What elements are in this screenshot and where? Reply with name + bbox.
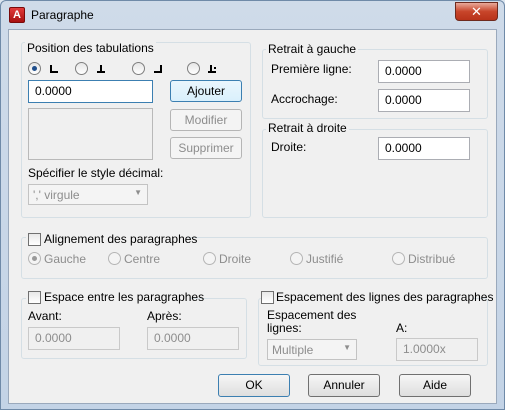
line-spacing-select[interactable]: Multiple ▼ [267,339,357,360]
before-input[interactable]: 0.0000 [28,327,120,350]
align-center-label: Centre [124,252,161,266]
align-right-label: Droite [219,252,252,266]
line-spacing-checkbox[interactable] [261,291,274,304]
alignment-title: Alignement des paragraphes [44,232,198,246]
delete-button-label: Supprimer [178,141,234,155]
tab-position-list[interactable] [28,108,153,160]
chevron-down-icon: ▼ [134,188,142,197]
hanging-input[interactable]: 0.0000 [378,89,470,112]
align-justify-radio[interactable] [290,252,303,265]
modify-button[interactable]: Modifier [170,109,242,131]
after-input[interactable]: 0.0000 [147,327,239,350]
before-label: Avant: [28,309,62,323]
align-justify-label: Justifié [306,252,344,266]
modify-button-label: Modifier [184,113,228,127]
right-indent-title: Retrait à droite [266,121,349,135]
help-button-label: Aide [422,378,448,392]
align-left-label: Gauche [44,252,87,266]
align-left-radio[interactable] [28,252,41,265]
alignment-checkbox[interactable] [28,233,41,246]
decimal-style-value: ',' virgule [33,188,80,202]
right-label: Droite: [271,140,307,154]
cancel-button-label: Annuler [323,378,365,392]
decimal-style-label: Spécifier le style décimal: [28,166,164,180]
left-indent-title: Retrait à gauche [266,42,359,56]
align-distributed-label: Distribué [408,252,456,266]
align-distributed-radio[interactable] [392,252,405,265]
hanging-label: Accrochage: [271,92,338,106]
close-button[interactable]: ✕ [455,2,498,21]
align-center-radio[interactable] [108,252,121,265]
chevron-down-icon: ▼ [343,343,351,352]
decimal-tab-icon [208,65,216,73]
align-right-radio[interactable] [203,252,216,265]
cancel-button[interactable]: Annuler [308,374,380,397]
decimal-style-select[interactable]: ',' virgule ▼ [28,184,148,205]
spacing-checkbox[interactable] [28,291,41,304]
delete-button[interactable]: Supprimer [170,137,242,159]
line-spacing-title: Espacement des lignes des paragraphes [276,290,494,304]
tab-decimal-radio[interactable] [187,62,200,75]
app-icon: A [9,7,25,23]
left-tab-icon [50,65,58,73]
first-line-label: Première ligne: [271,62,352,76]
at-input[interactable]: 1.0000x [396,338,478,361]
add-button[interactable]: Ajouter [170,80,242,102]
after-label: Après: [147,309,182,323]
center-tab-icon [97,65,105,73]
first-line-input[interactable]: 0.0000 [378,60,470,83]
tab-position-input[interactable]: 0.0000 [28,80,153,103]
right-input[interactable]: 0.0000 [378,137,470,160]
ok-button[interactable]: OK [218,374,290,397]
window-title: Paragraphe [31,8,94,22]
right-tab-icon [154,65,162,73]
title-bar[interactable]: A Paragraphe ✕ [1,1,504,31]
add-button-label: Ajouter [186,84,226,98]
spacing-title: Espace entre les paragraphes [44,290,205,304]
paragraph-dialog: A Paragraphe ✕ Position des tabulations … [0,0,505,410]
line-spacing-label-1: Espacement des [267,308,357,322]
help-button[interactable]: Aide [399,374,471,397]
tab-center-radio[interactable] [75,62,88,75]
tab-left-radio[interactable] [28,62,41,75]
at-label: A: [396,321,408,335]
ok-button-label: OK [245,378,263,392]
line-spacing-label-2: lignes: [267,321,302,335]
dialog-body: Position des tabulations 0.0000 Ajouter … [8,29,497,404]
line-spacing-value: Multiple [272,343,314,357]
tab-right-radio[interactable] [132,62,145,75]
tab-position-title: Position des tabulations [25,41,156,55]
